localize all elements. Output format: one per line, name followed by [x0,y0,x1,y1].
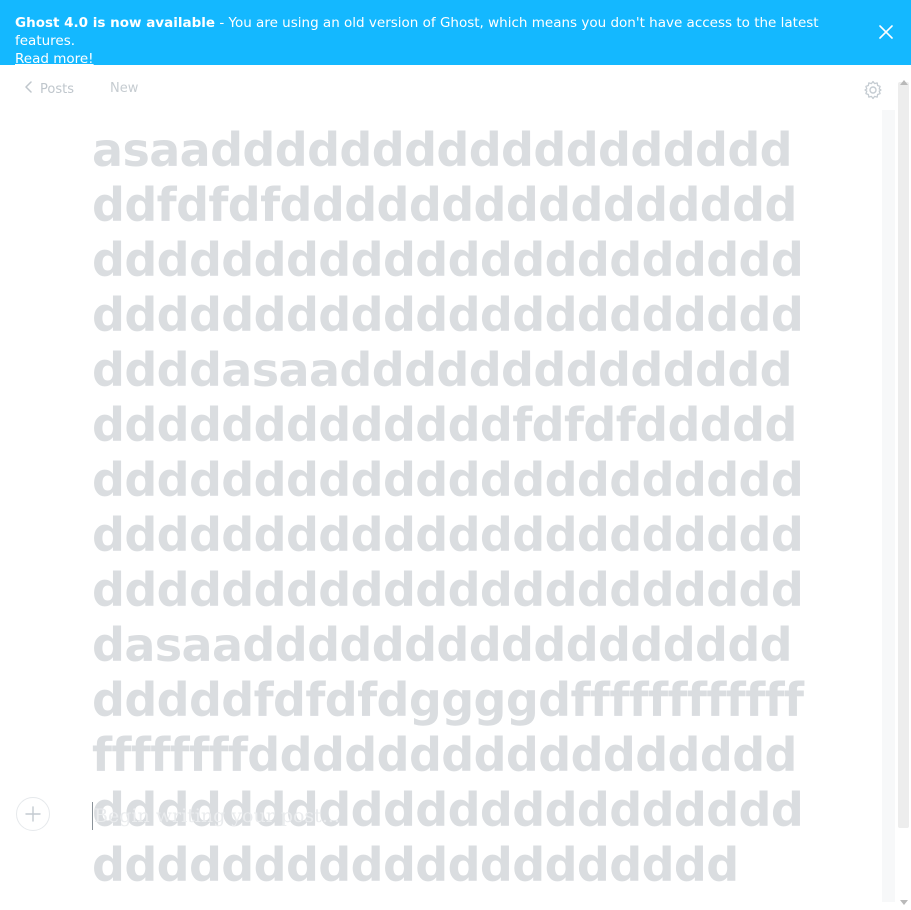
gear-icon[interactable] [862,79,884,101]
chevron-left-icon [24,81,34,97]
editor-topbar: Posts New [0,65,895,115]
back-to-posts-link[interactable]: Posts [24,81,74,97]
update-banner: Ghost 4.0 is now available - You are usi… [0,0,911,67]
post-body-editor[interactable]: Begin writing your post... [92,802,794,830]
back-label: Posts [40,81,74,97]
scroll-down-icon[interactable] [900,891,908,905]
plus-icon [25,806,41,822]
scroll-up-icon[interactable] [900,70,908,85]
post-status: New [110,81,139,96]
add-card-button[interactable] [16,797,50,831]
close-icon[interactable] [877,23,895,41]
side-panel-edge [882,110,895,902]
banner-strong-text: Ghost 4.0 is now available [15,15,216,31]
post-title[interactable]: asaaddddddddddddddddddddfdfdfddddddddddd… [92,123,812,893]
scrollbar-thumb[interactable] [898,82,909,828]
